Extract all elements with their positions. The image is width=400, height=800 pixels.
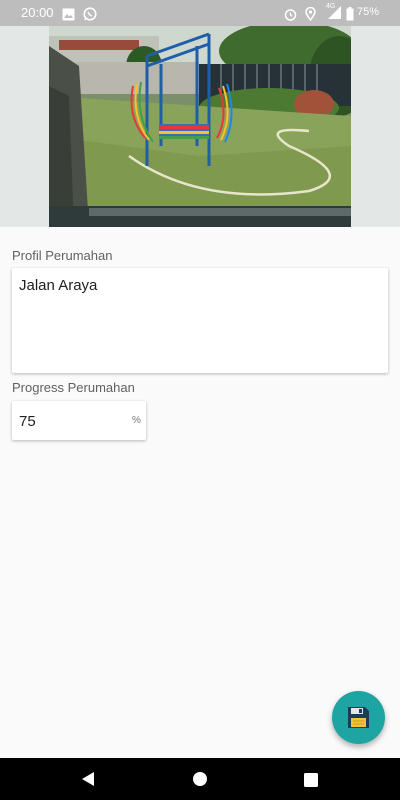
battery-icon bbox=[346, 6, 354, 25]
back-icon[interactable] bbox=[80, 771, 96, 791]
navigation-bar bbox=[0, 758, 400, 800]
home-icon[interactable] bbox=[192, 771, 208, 791]
save-button[interactable] bbox=[332, 691, 385, 744]
status-bar: 20:00 4G 75% bbox=[0, 0, 400, 26]
whatsapp-icon bbox=[83, 6, 97, 25]
progress-unit: % bbox=[132, 415, 141, 426]
house-photo[interactable] bbox=[49, 26, 351, 227]
progress-value: 75 bbox=[19, 413, 36, 430]
recents-icon[interactable] bbox=[304, 772, 318, 791]
profile-input[interactable]: Jalan Araya bbox=[12, 268, 388, 373]
gallery-icon bbox=[62, 6, 75, 25]
battery-text: 75% bbox=[357, 6, 380, 18]
profile-label: Profil Perumahan bbox=[12, 248, 113, 263]
photo-container bbox=[0, 26, 400, 227]
location-icon bbox=[305, 6, 316, 25]
progress-label: Progress Perumahan bbox=[12, 380, 135, 395]
status-time: 20:00 bbox=[21, 5, 54, 20]
progress-input[interactable]: 75 % bbox=[12, 401, 146, 440]
network-label: 4G bbox=[326, 3, 336, 10]
save-icon bbox=[347, 706, 370, 733]
alarm-icon bbox=[284, 6, 297, 25]
profile-value: Jalan Araya bbox=[19, 277, 98, 294]
